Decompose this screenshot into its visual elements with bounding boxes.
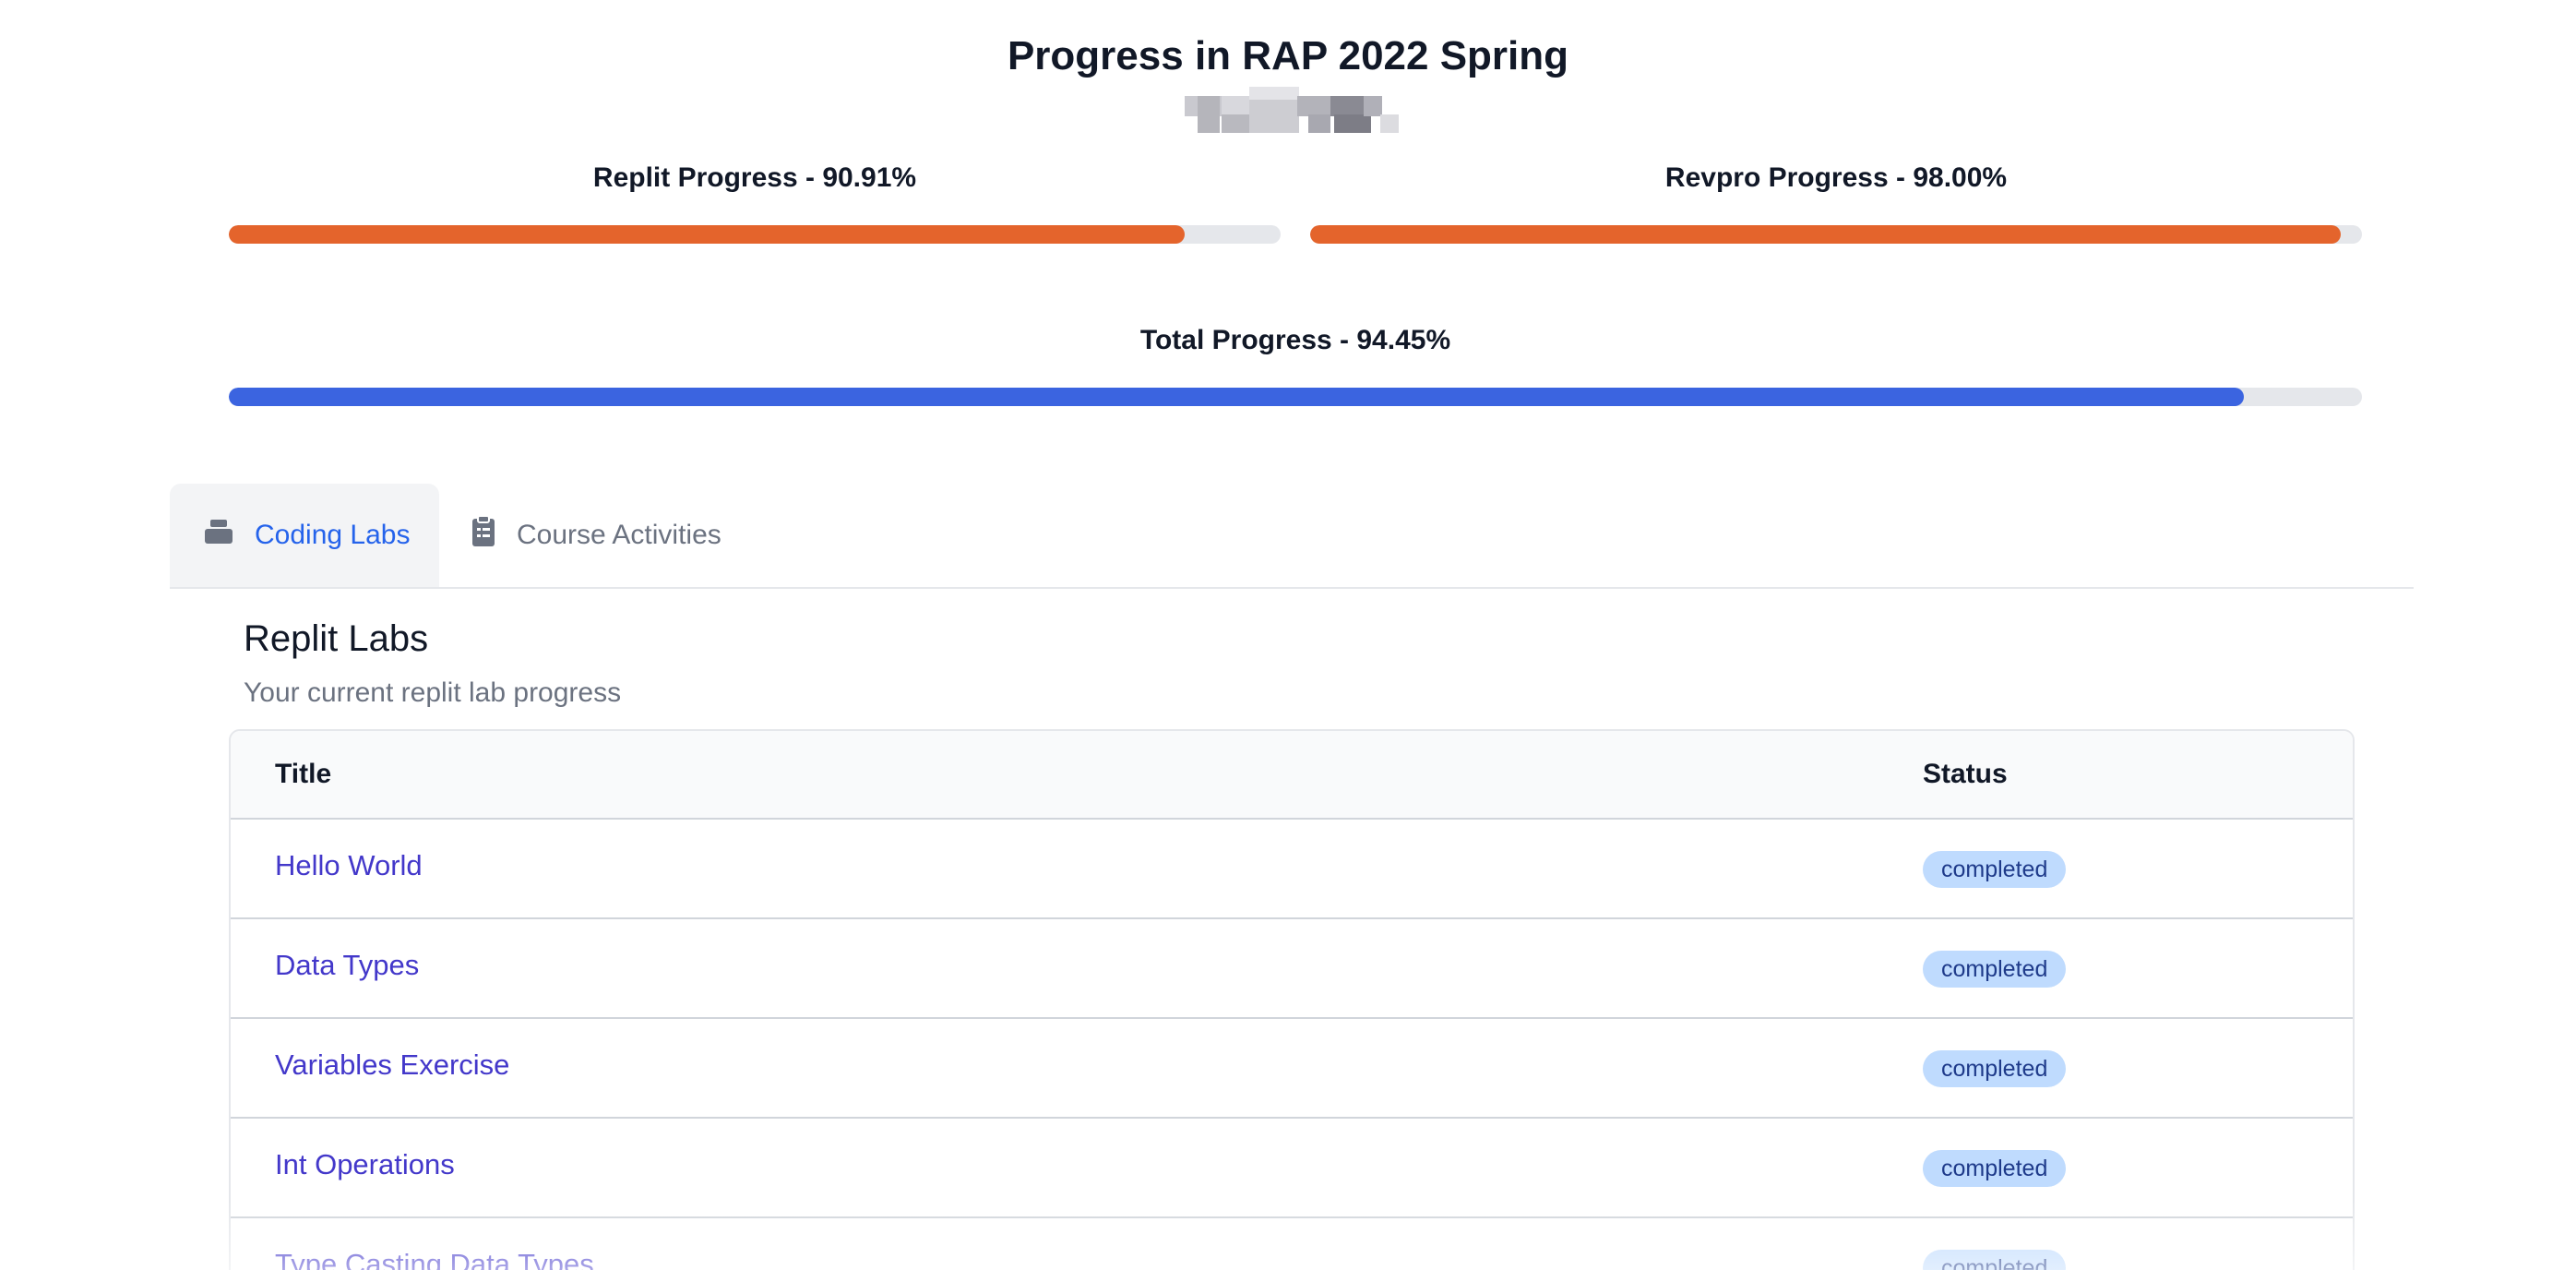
status-badge: completed bbox=[1923, 1150, 2067, 1187]
lab-title-link[interactable]: Data Types bbox=[275, 949, 419, 982]
tab-coding-labs[interactable]: Coding Labs bbox=[170, 484, 439, 587]
lab-title-link[interactable]: Int Operations bbox=[275, 1148, 455, 1181]
revpro-progress-fill bbox=[1310, 225, 2342, 244]
column-header-title: Title bbox=[275, 759, 332, 789]
status-badge: completed bbox=[1923, 951, 2067, 988]
table-row: Type Casting Data Types completed bbox=[231, 1218, 2353, 1270]
replit-progress-fill bbox=[229, 225, 1186, 244]
clipboard-icon bbox=[471, 515, 496, 556]
total-progress-bar bbox=[229, 388, 2362, 406]
revpro-progress-label: Revpro Progress - 98.00% bbox=[1664, 162, 2008, 193]
status-badge: completed bbox=[1923, 1250, 2067, 1270]
labs-table: Title Status Hello World completed Data … bbox=[229, 729, 2355, 1270]
progress-page: Progress in RAP 2022 Spring Replit Progr… bbox=[0, 0, 2576, 1270]
replit-progress-label: Replit Progress - 90.91% bbox=[592, 162, 917, 193]
total-progress-fill bbox=[229, 388, 2244, 406]
tab-course-activities-label: Course Activities bbox=[517, 520, 722, 550]
column-header-status: Status bbox=[1923, 759, 2008, 789]
replit-progress-bar bbox=[229, 225, 1281, 244]
revpro-progress-bar bbox=[1310, 225, 2362, 244]
table-row: Data Types completed bbox=[231, 919, 2353, 1019]
stack-icon bbox=[203, 518, 234, 553]
status-badge: completed bbox=[1923, 1050, 2067, 1087]
table-header: Title Status bbox=[231, 731, 2353, 820]
table-row: Hello World completed bbox=[231, 820, 2353, 919]
tab-bar: Coding Labs Course Activities bbox=[170, 484, 2414, 589]
table-row: Variables Exercise completed bbox=[231, 1019, 2353, 1119]
table-row: Int Operations completed bbox=[231, 1119, 2353, 1218]
tab-coding-labs-label: Coding Labs bbox=[255, 520, 411, 550]
lab-title-link[interactable]: Variables Exercise bbox=[275, 1048, 509, 1082]
total-progress-label: Total Progress - 94.45% bbox=[1139, 325, 1451, 355]
section-subtitle: Your current replit lab progress bbox=[244, 677, 622, 708]
section-title: Replit Labs bbox=[244, 618, 429, 659]
page-title: Progress in RAP 2022 Spring bbox=[1007, 33, 1569, 78]
lab-title-link[interactable]: Hello World bbox=[275, 849, 423, 882]
status-badge: completed bbox=[1923, 851, 2067, 888]
tab-course-activities[interactable]: Course Activities bbox=[439, 484, 753, 587]
redacted-subtitle bbox=[1181, 81, 1406, 133]
lab-title-link[interactable]: Type Casting Data Types bbox=[275, 1248, 594, 1270]
